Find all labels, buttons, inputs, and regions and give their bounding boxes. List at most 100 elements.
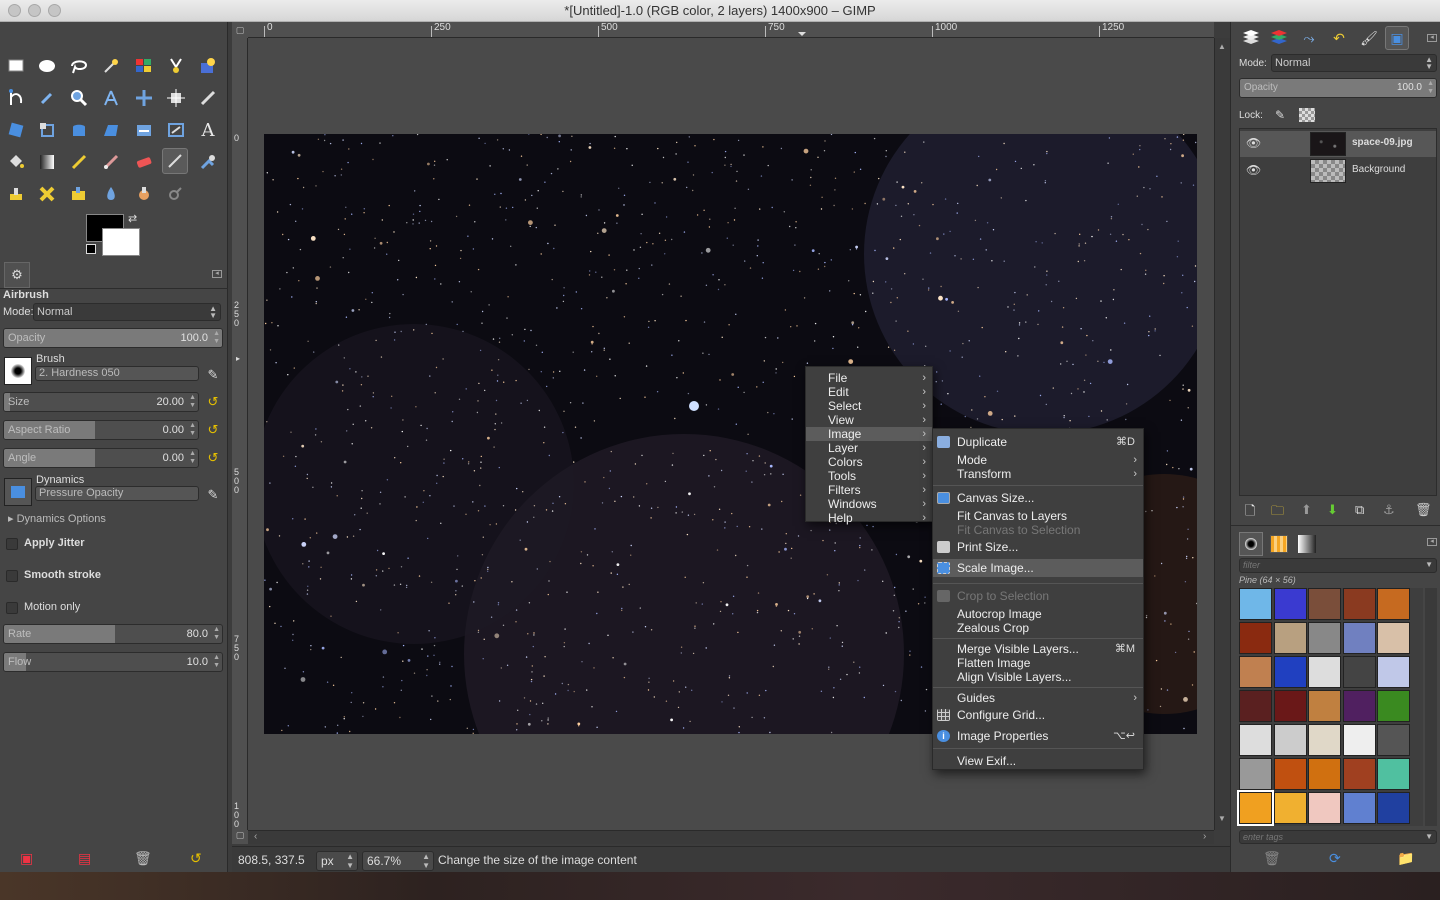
pattern-swatch[interactable] [1239, 656, 1272, 688]
menu-item-edit[interactable]: Edit › [806, 385, 932, 399]
pattern-swatch[interactable] [1308, 724, 1341, 756]
lock-alpha-icon[interactable] [1299, 108, 1315, 122]
pattern-swatch[interactable] [1273, 758, 1307, 790]
pattern-swatch[interactable] [1342, 588, 1376, 620]
pattern-swatch[interactable] [1342, 622, 1376, 654]
channels-tab[interactable] [1267, 26, 1291, 50]
airbrush-icon[interactable] [162, 148, 188, 174]
pattern-swatch[interactable] [1273, 622, 1307, 654]
free-select-icon[interactable] [66, 53, 92, 79]
blend-icon[interactable] [34, 149, 60, 175]
dynamics-preview[interactable] [4, 478, 32, 506]
dock-menu-icon[interactable]: ◂ [1427, 34, 1437, 42]
size-slider[interactable]: Size 20.00 ▲ ▼ [3, 392, 199, 412]
visibility-eye-icon[interactable]: 👁 [1246, 136, 1261, 150]
pattern-swatch[interactable] [1308, 588, 1341, 620]
menu-item-canvas-size[interactable]: Canvas Size... [933, 491, 1143, 505]
reset-angle-icon[interactable]: ↺ [205, 450, 221, 466]
spin-icon[interactable]: ▲ ▼ [213, 330, 220, 346]
layers-mode-select[interactable]: Normal ▲ ▼ [1271, 54, 1437, 72]
paths-tab[interactable]: ⤳ [1297, 26, 1321, 50]
menu-item-select[interactable]: Select › [806, 399, 932, 413]
pattern-swatch[interactable] [1377, 656, 1410, 688]
pattern-swatch[interactable] [1239, 622, 1272, 654]
restore-options-icon[interactable]: ▤ [78, 850, 91, 867]
layer-row[interactable]: 👁 Background [1240, 158, 1436, 184]
lower-layer-icon[interactable]: ⬇ [1327, 502, 1338, 518]
refresh-patterns-icon[interactable]: ⟳ [1329, 850, 1341, 867]
fuzzy-select-icon[interactable] [98, 53, 124, 79]
pattern-swatch[interactable] [1273, 588, 1307, 620]
tool-options-tab[interactable]: ⚙ [4, 262, 30, 288]
dynamics-field[interactable]: Pressure Opacity [35, 486, 199, 501]
pattern-swatch[interactable] [1377, 758, 1410, 790]
brushes-tab[interactable]: 🖌 [1357, 26, 1381, 50]
menu-item-windows[interactable]: Windows › [806, 497, 932, 511]
measure-icon[interactable] [98, 85, 124, 111]
new-layer-group-icon[interactable]: 🗀 [1271, 502, 1284, 524]
pattern-filter-field[interactable]: filter ▼ [1239, 558, 1437, 573]
visibility-eye-icon[interactable]: 👁 [1246, 163, 1261, 177]
images-tab[interactable]: ▣ [1385, 26, 1409, 50]
select-by-color-icon[interactable] [131, 53, 157, 79]
zoom-select[interactable]: 66.7% ▲ ▼ [362, 851, 434, 871]
crop-icon[interactable] [195, 85, 221, 111]
rate-slider[interactable]: Rate 80.0 ▲ ▼ [3, 624, 223, 644]
background-color-swatch[interactable] [102, 228, 140, 256]
menu-item-filters[interactable]: Filters › [806, 483, 932, 497]
dock-menu-icon[interactable]: ◂ [1427, 538, 1437, 546]
close-window-button[interactable] [8, 4, 21, 17]
ellipse-select-icon[interactable] [34, 53, 60, 79]
new-layer-icon[interactable]: 🗋 [1245, 502, 1255, 524]
pattern-swatch[interactable] [1342, 656, 1376, 688]
menu-item-file[interactable]: File › [806, 371, 932, 385]
menu-item-autocrop[interactable]: Autocrop Image [933, 607, 1143, 621]
pattern-swatch[interactable] [1308, 690, 1341, 722]
pattern-swatch[interactable] [1273, 690, 1307, 722]
layer-name[interactable]: Background [1352, 164, 1405, 175]
shear-icon[interactable] [98, 117, 124, 143]
clone-icon[interactable] [3, 181, 29, 207]
motion-only-checkbox[interactable] [6, 602, 18, 614]
brushes-dock-tab[interactable] [1239, 532, 1263, 556]
delete-options-icon[interactable]: 🗑 [134, 850, 152, 867]
panel-menu-icon[interactable]: ◂ [212, 270, 222, 278]
pattern-swatch[interactable] [1377, 690, 1410, 722]
pattern-swatch[interactable] [1308, 622, 1341, 654]
minimize-window-button[interactable] [28, 4, 41, 17]
menu-item-duplicate[interactable]: Duplicate ⌘D [933, 435, 1143, 449]
menu-item-guides[interactable]: Guides › [933, 691, 1143, 705]
menu-item-tools[interactable]: Tools › [806, 469, 932, 483]
undo-history-tab[interactable]: ↶ [1327, 26, 1351, 50]
paths-icon[interactable] [3, 85, 29, 111]
mode-select[interactable]: Normal ▲ ▼ [33, 303, 221, 321]
raise-layer-icon[interactable]: ⬆ [1301, 502, 1312, 518]
layers-tab[interactable] [1239, 26, 1263, 50]
pattern-swatch[interactable] [1239, 758, 1272, 790]
perspective-icon[interactable] [131, 117, 157, 143]
delete-layer-icon[interactable]: 🗑 [1415, 502, 1432, 518]
gradients-dock-tab[interactable] [1295, 532, 1319, 556]
menu-item-flatten[interactable]: Flatten Image [933, 656, 1143, 670]
pattern-tags-field[interactable]: enter tags ▼ [1239, 830, 1437, 844]
edit-brush-icon[interactable]: ✎ [205, 367, 221, 383]
smudge-icon[interactable] [131, 181, 157, 207]
unified-transform-icon[interactable] [3, 117, 29, 143]
patterns-dock-tab[interactable] [1267, 532, 1291, 556]
brush-field[interactable]: 2. Hardness 050 [35, 366, 199, 381]
scroll-left-icon[interactable]: ‹ [254, 831, 257, 842]
duplicate-layer-icon[interactable]: ⧉ [1355, 502, 1364, 518]
ink-icon[interactable] [195, 149, 221, 175]
rect-select-icon[interactable] [3, 53, 29, 79]
horizontal-ruler[interactable]: 0 250 500 750 1000 1250 [248, 22, 1214, 38]
pattern-swatch[interactable] [1239, 588, 1272, 620]
quick-mask-toggle[interactable]: ▢ [232, 22, 248, 38]
swap-colors-icon[interactable]: ⇄ [128, 212, 137, 225]
menu-item-image[interactable]: Image › [806, 427, 932, 441]
pattern-swatch[interactable] [1377, 622, 1410, 654]
perspective-clone-icon[interactable] [66, 181, 92, 207]
menu-item-transform[interactable]: Transform › [933, 467, 1143, 481]
scale-icon[interactable] [66, 117, 92, 143]
menu-item-layer[interactable]: Layer › [806, 441, 932, 455]
pattern-swatch[interactable] [1377, 724, 1410, 756]
